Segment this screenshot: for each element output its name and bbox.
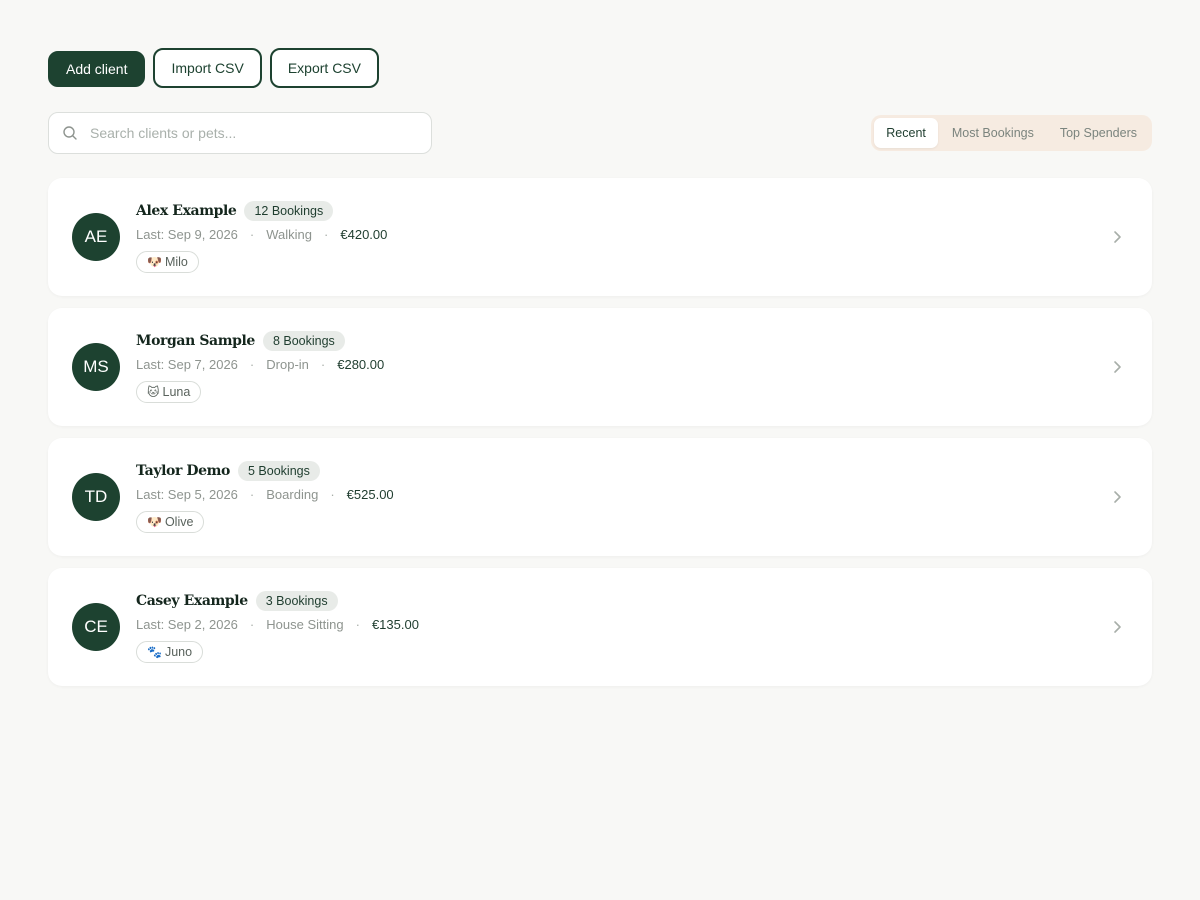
bookings-badge: 3 Bookings [255, 591, 338, 611]
meta-separator: · [330, 486, 335, 502]
clients-page: Add client Import CSV Export CSV Recent … [0, 0, 1200, 900]
pet-tag: 🐶 Olive [136, 511, 205, 533]
chevron-right-icon[interactable] [1108, 618, 1126, 636]
client-info: Taylor Demo 5 Bookings Last: Sep 5, 2026… [136, 461, 394, 533]
client-name: Taylor Demo [136, 463, 230, 479]
sort-tab-top-spenders[interactable]: Top Spenders [1048, 118, 1149, 148]
pet-name: Juno [164, 645, 193, 659]
dog-icon: 🐶 [147, 515, 162, 529]
pet-name: Luna [162, 385, 191, 399]
sort-tab-most-bookings[interactable]: Most Bookings [940, 118, 1046, 148]
client-name: Casey Example [136, 593, 248, 609]
client-info: Morgan Sample 8 Bookings Last: Sep 7, 20… [136, 331, 384, 403]
last-booking-date: Last: Sep 7, 2026 [136, 356, 238, 372]
import-csv-button[interactable]: Import CSV [153, 48, 262, 88]
last-booking-date: Last: Sep 9, 2026 [136, 226, 238, 242]
avatar: TD [72, 473, 120, 521]
client-meta: Last: Sep 9, 2026 · Walking · €420.00 [136, 225, 387, 243]
dog-icon: 🐶 [147, 255, 162, 269]
meta-separator: · [355, 616, 360, 632]
cat-icon: 🐱 [147, 385, 160, 399]
total-spent: €135.00 [371, 616, 419, 632]
avatar: AE [72, 213, 120, 261]
filter-row: Recent Most Bookings Top Spenders [48, 112, 1152, 154]
pet-tag: 🐱 Luna [136, 381, 202, 403]
avatar: MS [72, 343, 120, 391]
meta-separator: · [320, 356, 326, 372]
add-client-button[interactable]: Add client [48, 51, 146, 87]
last-booking-date: Last: Sep 2, 2026 [136, 616, 238, 632]
total-spent: €420.00 [340, 226, 388, 242]
pet-tag: 🐾 Juno [136, 641, 204, 663]
client-info: Alex Example 12 Bookings Last: Sep 9, 20… [136, 201, 387, 273]
meta-separator: · [249, 486, 255, 502]
toolbar: Add client Import CSV Export CSV [48, 48, 1152, 88]
client-list: AE Alex Example 12 Bookings Last: Sep 9,… [48, 178, 1152, 686]
pet-name: Olive [164, 515, 194, 529]
bookings-badge: 8 Bookings [262, 331, 345, 351]
client-card[interactable]: MS Morgan Sample 8 Bookings Last: Sep 7,… [48, 308, 1152, 426]
service-type: Walking [266, 226, 313, 242]
meta-separator: · [249, 356, 255, 372]
client-meta: Last: Sep 7, 2026 · Drop-in · €280.00 [136, 355, 384, 373]
client-card[interactable]: TD Taylor Demo 5 Bookings Last: Sep 5, 2… [48, 438, 1152, 556]
pet-name: Milo [164, 255, 188, 269]
client-card[interactable]: AE Alex Example 12 Bookings Last: Sep 9,… [48, 178, 1152, 296]
total-spent: €525.00 [346, 486, 394, 502]
service-type: Drop-in [266, 356, 309, 372]
sort-segmented-control: Recent Most Bookings Top Spenders [871, 115, 1152, 151]
service-type: House Sitting [266, 616, 344, 632]
chevron-right-icon[interactable] [1108, 358, 1126, 376]
sort-tab-recent[interactable]: Recent [874, 118, 938, 148]
meta-separator: · [249, 226, 255, 242]
service-type: Boarding [266, 486, 319, 502]
chevron-right-icon[interactable] [1108, 488, 1126, 506]
client-info: Casey Example 3 Bookings Last: Sep 2, 20… [136, 591, 419, 663]
pet-tag: 🐶 Milo [136, 251, 199, 273]
export-csv-button[interactable]: Export CSV [269, 48, 379, 88]
search-box[interactable] [48, 112, 432, 154]
chevron-right-icon[interactable] [1108, 228, 1126, 246]
bookings-badge: 12 Bookings [244, 201, 334, 221]
client-name: Alex Example [136, 203, 237, 219]
avatar: CE [72, 603, 120, 651]
meta-separator: · [324, 226, 329, 242]
search-input[interactable] [90, 125, 410, 141]
total-spent: €280.00 [337, 356, 385, 372]
client-card[interactable]: CE Casey Example 3 Bookings Last: Sep 2,… [48, 568, 1152, 686]
client-name: Morgan Sample [136, 333, 255, 349]
meta-separator: · [249, 616, 255, 632]
client-meta: Last: Sep 2, 2026 · House Sitting · €135… [136, 615, 419, 633]
search-icon [62, 125, 78, 141]
paw-icon: 🐾 [147, 645, 162, 659]
bookings-badge: 5 Bookings [238, 461, 320, 481]
client-meta: Last: Sep 5, 2026 · Boarding · €525.00 [136, 485, 394, 503]
last-booking-date: Last: Sep 5, 2026 [136, 486, 238, 502]
